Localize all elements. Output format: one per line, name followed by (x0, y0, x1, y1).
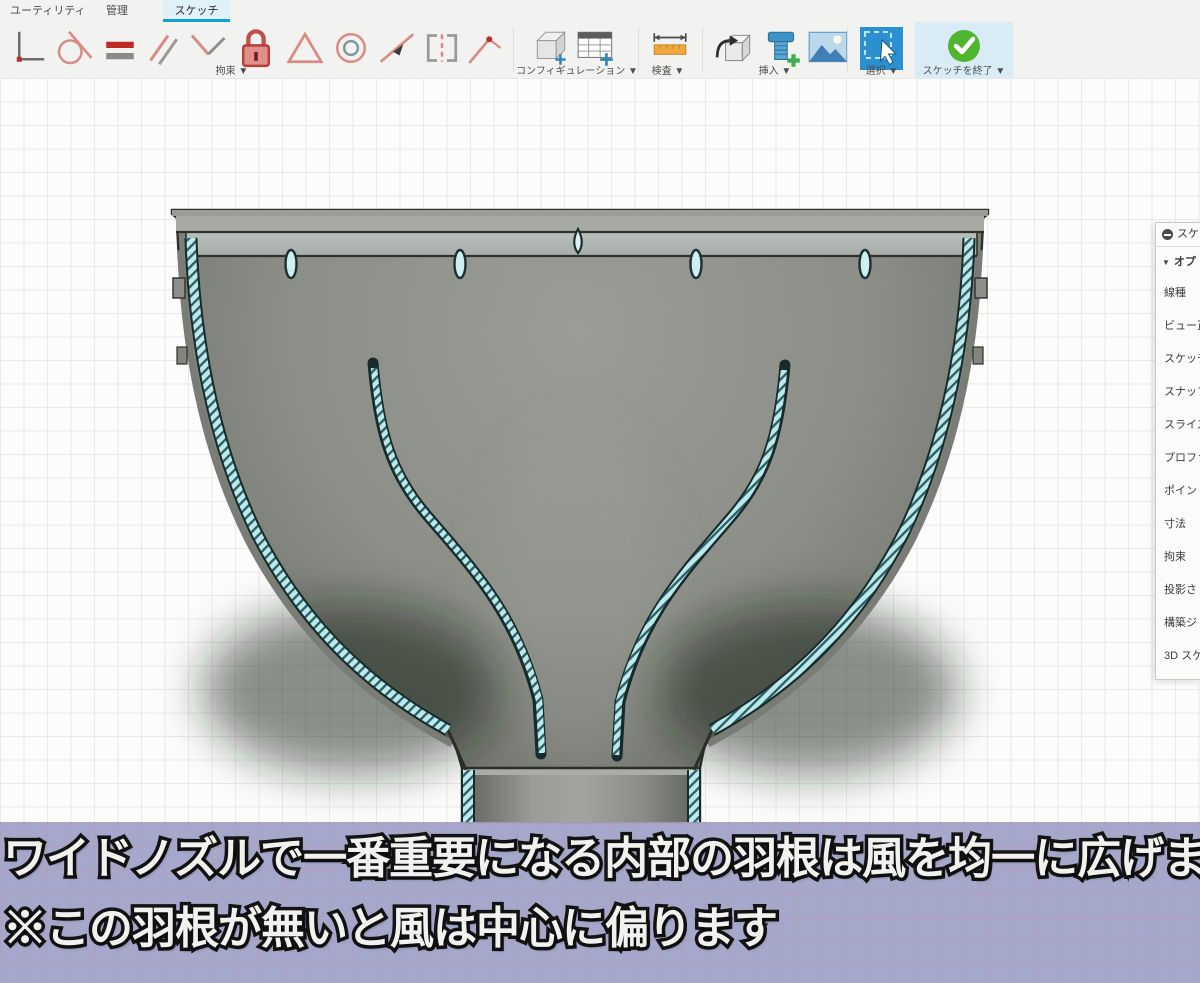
configuration-dropdown[interactable]: コンフィギュレーション ▼ (516, 62, 638, 77)
finish-sketch-check-icon (946, 28, 982, 64)
subtitle-line-2: ※この羽根が無いと風は中心に偏ります (3, 892, 777, 956)
sketch-canvas[interactable]: ワイドノズルで一番重要になる内部の羽根は風を均一に広げます ※この羽根が無いと風… (0, 78, 1200, 983)
palette-item-linetype[interactable]: 線種 (1156, 277, 1200, 310)
palette-item-dimensions[interactable]: 寸法 (1156, 508, 1200, 541)
midpoint-icon[interactable] (377, 28, 417, 68)
subtitle-line-1: ワイドノズルで一番重要になる内部の羽根は風を均一に広げます (3, 822, 1200, 886)
equal-icon[interactable] (100, 28, 140, 68)
tab-manage[interactable]: 管理 (100, 0, 134, 22)
symmetry-icon[interactable] (422, 28, 462, 68)
sketch-toolbar: 拘束 ▼ コンフィギュレーション ▼ 検査 ▼ 挿入 ▼ 選択 ▼ スケッチを終… (0, 22, 1200, 78)
palette-section-label: オプ (1174, 256, 1196, 268)
rim-slot-center (574, 229, 582, 253)
constraints-dropdown[interactable]: 拘束 ▼ (216, 62, 249, 77)
palette-item-slice[interactable]: スライス (1156, 409, 1200, 442)
palette-section-options[interactable]: ▼ オプ (1156, 247, 1200, 277)
fix-lock-icon[interactable] (234, 25, 274, 65)
video-subtitle-overlay: ワイドノズルで一番重要になる内部の羽根は風を均一に広げます ※この羽根が無いと風… (0, 822, 1200, 983)
insert-derive-icon[interactable] (713, 28, 753, 68)
sketch-palette-title: スケ (1177, 223, 1199, 246)
palette-item-3d-sketch[interactable]: 3D スケ (1156, 640, 1200, 673)
palette-item-constraints[interactable]: 拘束 (1156, 541, 1200, 574)
nozzle-neck[interactable] (463, 769, 699, 822)
insert-canvas-icon[interactable] (806, 28, 846, 68)
palette-item-look-at[interactable]: ビュー正 (1156, 310, 1200, 343)
inspect-dropdown[interactable]: 検査 ▼ (652, 62, 685, 77)
curvature-icon[interactable] (463, 28, 503, 68)
concentric-icon[interactable] (331, 28, 371, 68)
insert-dropdown[interactable]: 挿入 ▼ (759, 62, 792, 77)
sketch-palette: スケ ▼オプ 線種 ビュー正 スケッチ スナップ スライス プロファ ポイント … (1155, 222, 1200, 680)
toolbar-tab-row: ユーティリティ 管理 スケッチ (0, 0, 1200, 22)
sketch-palette-header[interactable]: スケ (1156, 223, 1200, 247)
parallel-icon[interactable] (143, 28, 183, 68)
palette-item-construction[interactable]: 構築ジ (1156, 607, 1200, 640)
fusion360-window: { "tabs": { "utility": "ユーティリティ", "manag… (0, 0, 1200, 983)
palette-item-sketch-grid[interactable]: スケッチ (1156, 343, 1200, 376)
select-icon[interactable] (860, 27, 900, 67)
tab-sketch[interactable]: スケッチ (163, 0, 230, 22)
finish-sketch-dropdown[interactable]: スケッチを終了 ▼ (923, 62, 1006, 77)
palette-item-profile[interactable]: プロファ (1156, 442, 1200, 475)
palette-item-projected[interactable]: 投影さ (1156, 574, 1200, 607)
polygon-icon[interactable] (285, 28, 325, 68)
tab-utility[interactable]: ユーティリティ (4, 0, 92, 22)
horizontal-vertical-icon[interactable] (8, 28, 48, 68)
palette-item-points[interactable]: ポイント (1156, 475, 1200, 508)
chevron-down-icon: ▼ (1162, 248, 1170, 278)
collapse-icon[interactable] (1162, 229, 1173, 240)
tangent-icon[interactable] (54, 28, 94, 68)
palette-item-snap[interactable]: スナップ (1156, 376, 1200, 409)
select-dropdown[interactable]: 選択 ▼ (866, 62, 899, 77)
